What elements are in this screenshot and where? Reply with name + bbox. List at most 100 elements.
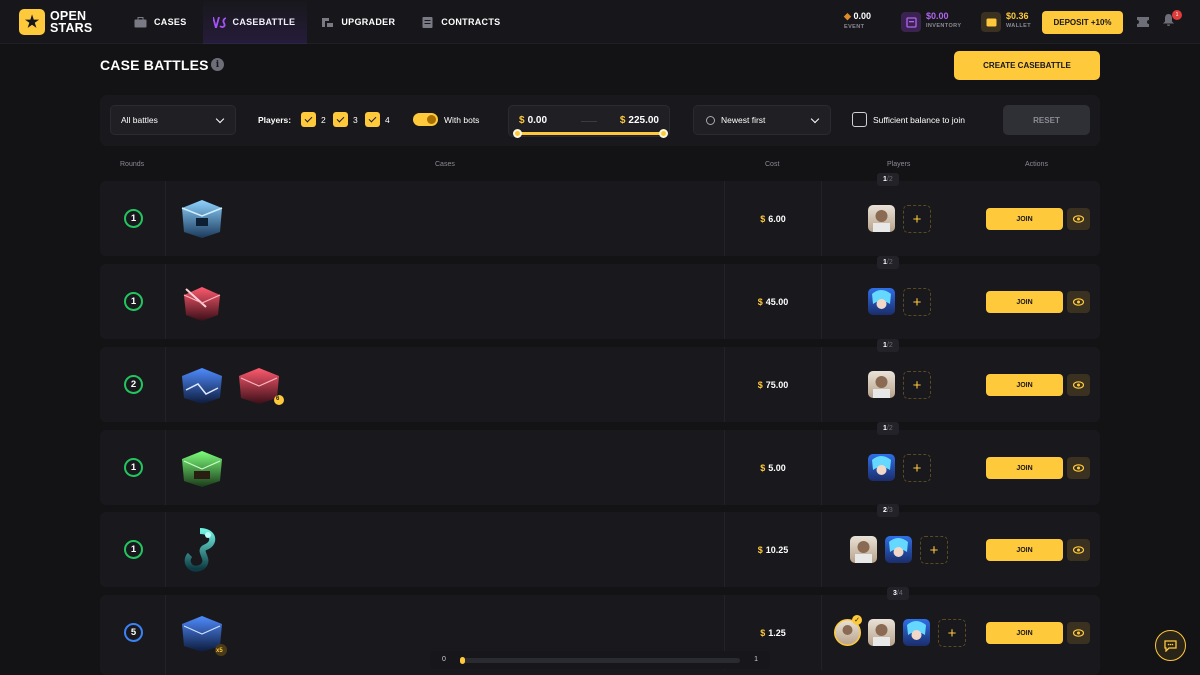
eye-icon[interactable]	[1067, 291, 1090, 313]
range-separator	[581, 121, 597, 122]
price-range: $0.00 $225.00	[508, 105, 670, 138]
join-slot-button[interactable]: +	[903, 288, 931, 316]
create-casebattle-button[interactable]: CREATE CASEBATTLE	[954, 51, 1100, 80]
top-header: ★ OPEN STARS CASES CASEBATTLE UPGRADER C…	[0, 0, 1200, 44]
battle-row[interactable]: 1 $6.00 1/2 + JOIN	[100, 173, 1100, 256]
price-min[interactable]: $0.00	[519, 115, 547, 126]
player-avatar[interactable]	[868, 371, 895, 398]
case-image[interactable]	[176, 525, 228, 573]
join-slot-button[interactable]: +	[920, 536, 948, 564]
pager-track	[460, 658, 740, 663]
pager-min: 0	[442, 656, 446, 663]
player-count: 2/3	[877, 504, 899, 517]
cost-value: $5.00	[724, 430, 822, 505]
inventory-balance[interactable]: $0.00 INVENTORY	[926, 11, 961, 29]
pager-handle[interactable]	[460, 657, 465, 664]
nav-upgrader[interactable]: UPGRADER	[321, 0, 397, 44]
join-slot-button[interactable]: +	[903, 454, 931, 482]
players-2-checkbox[interactable]	[301, 112, 316, 127]
join-button[interactable]: JOIN	[986, 539, 1063, 561]
case-image[interactable]	[176, 443, 228, 491]
logo[interactable]: ★ OPEN STARS	[19, 9, 92, 35]
case-quantity-badge: 6	[276, 396, 280, 402]
eye-icon[interactable]	[1067, 457, 1090, 479]
battle-row[interactable]: 2 6 $75.00 1/2 + JOIN	[100, 339, 1100, 422]
join-button[interactable]: JOIN	[986, 374, 1063, 396]
sort-select[interactable]: Newest first	[693, 105, 831, 135]
join-button[interactable]: JOIN	[986, 457, 1063, 479]
nav-casebattle-label: CASEBATTLE	[232, 17, 296, 27]
battle-type-value: All battles	[121, 115, 158, 125]
player-avatar[interactable]	[850, 536, 877, 563]
eye-icon[interactable]	[1067, 208, 1090, 230]
player-avatar[interactable]	[885, 536, 912, 563]
eye-icon[interactable]	[1067, 374, 1090, 396]
player-avatar[interactable]	[868, 205, 895, 232]
eye-icon[interactable]	[1067, 539, 1090, 561]
wallet-label: WALLET	[1006, 23, 1032, 29]
case-image[interactable]	[176, 360, 228, 408]
eye-icon[interactable]	[1067, 622, 1090, 644]
players-3-checkbox[interactable]	[333, 112, 348, 127]
players-2-label: 2	[321, 115, 326, 125]
contracts-icon	[422, 16, 433, 28]
nav-casebattle[interactable]: CASEBATTLE	[202, 0, 308, 44]
inventory-icon[interactable]	[901, 12, 921, 32]
with-bots-toggle[interactable]	[413, 113, 438, 126]
versus-icon	[212, 16, 226, 28]
ticket-icon[interactable]	[1137, 17, 1149, 27]
player-avatar[interactable]	[868, 454, 895, 481]
header-cost: Cost	[765, 161, 780, 168]
verified-check-icon: ✓	[852, 615, 862, 625]
wallet-icon[interactable]	[981, 12, 1001, 32]
pagination-slider[interactable]: 0 1	[430, 651, 770, 669]
player-count: 1/2	[877, 256, 899, 269]
case-icon	[134, 16, 147, 27]
logo-line-2: STARS	[50, 21, 93, 35]
chat-icon[interactable]	[1155, 630, 1186, 661]
rounds-badge: 1	[124, 540, 143, 559]
join-button[interactable]: JOIN	[986, 208, 1063, 230]
player-count: 1/2	[877, 422, 899, 435]
deposit-button[interactable]: DEPOSIT +10%	[1042, 11, 1123, 34]
notification-badge: 1	[1172, 10, 1182, 20]
player-avatar[interactable]	[868, 288, 895, 315]
case-image[interactable]	[176, 194, 228, 242]
join-button[interactable]: JOIN	[986, 291, 1063, 313]
join-button[interactable]: JOIN	[986, 622, 1063, 644]
battle-row[interactable]: 1 $5.00 1/2 + JOIN	[100, 422, 1100, 505]
clock-icon	[706, 116, 715, 125]
players-4-checkbox[interactable]	[365, 112, 380, 127]
battle-type-select[interactable]: All battles	[110, 105, 236, 135]
event-balance[interactable]: ◆ 0.00 EVENT	[844, 11, 871, 30]
player-count: 1/2	[877, 339, 899, 352]
join-slot-button[interactable]: +	[903, 371, 931, 399]
join-slot-button[interactable]: +	[938, 619, 966, 647]
main-nav: CASES CASEBATTLE UPGRADER CONTRACTS	[134, 0, 502, 44]
header-rounds: Rounds	[120, 161, 145, 168]
price-max[interactable]: $225.00	[620, 115, 659, 126]
nav-contracts-label: CONTRACTS	[441, 17, 501, 27]
battle-row[interactable]: 1 $45.00 1/2 + JOIN	[100, 256, 1100, 339]
player-count: 1/2	[877, 173, 899, 186]
event-label: EVENT	[844, 24, 865, 30]
range-min-handle[interactable]	[513, 129, 522, 138]
nav-contracts[interactable]: CONTRACTS	[421, 0, 502, 44]
filters-bar: All battles Players: 2 3 4 With bots $0.…	[100, 95, 1100, 146]
pager-max: 1	[754, 656, 758, 663]
case-image[interactable]	[176, 277, 228, 325]
range-max-handle[interactable]	[659, 129, 668, 138]
reset-button[interactable]: RESET	[1003, 105, 1090, 135]
wallet-balance[interactable]: $0.36 WALLET	[1006, 11, 1031, 29]
sufficient-balance-checkbox[interactable]	[852, 112, 867, 127]
info-icon[interactable]: i	[211, 58, 224, 71]
battle-row[interactable]: 1 $10.25 2/3 + JOIN	[100, 504, 1100, 587]
players-4-label: 4	[385, 115, 390, 125]
join-slot-button[interactable]: +	[903, 205, 931, 233]
rounds-badge: 1	[124, 458, 143, 477]
player-avatar[interactable]	[868, 619, 895, 646]
player-avatar[interactable]	[903, 619, 930, 646]
nav-cases[interactable]: CASES	[134, 0, 189, 44]
sufficient-balance-label: Sufficient balance to join	[873, 115, 965, 125]
header-actions: Actions	[1025, 161, 1048, 168]
